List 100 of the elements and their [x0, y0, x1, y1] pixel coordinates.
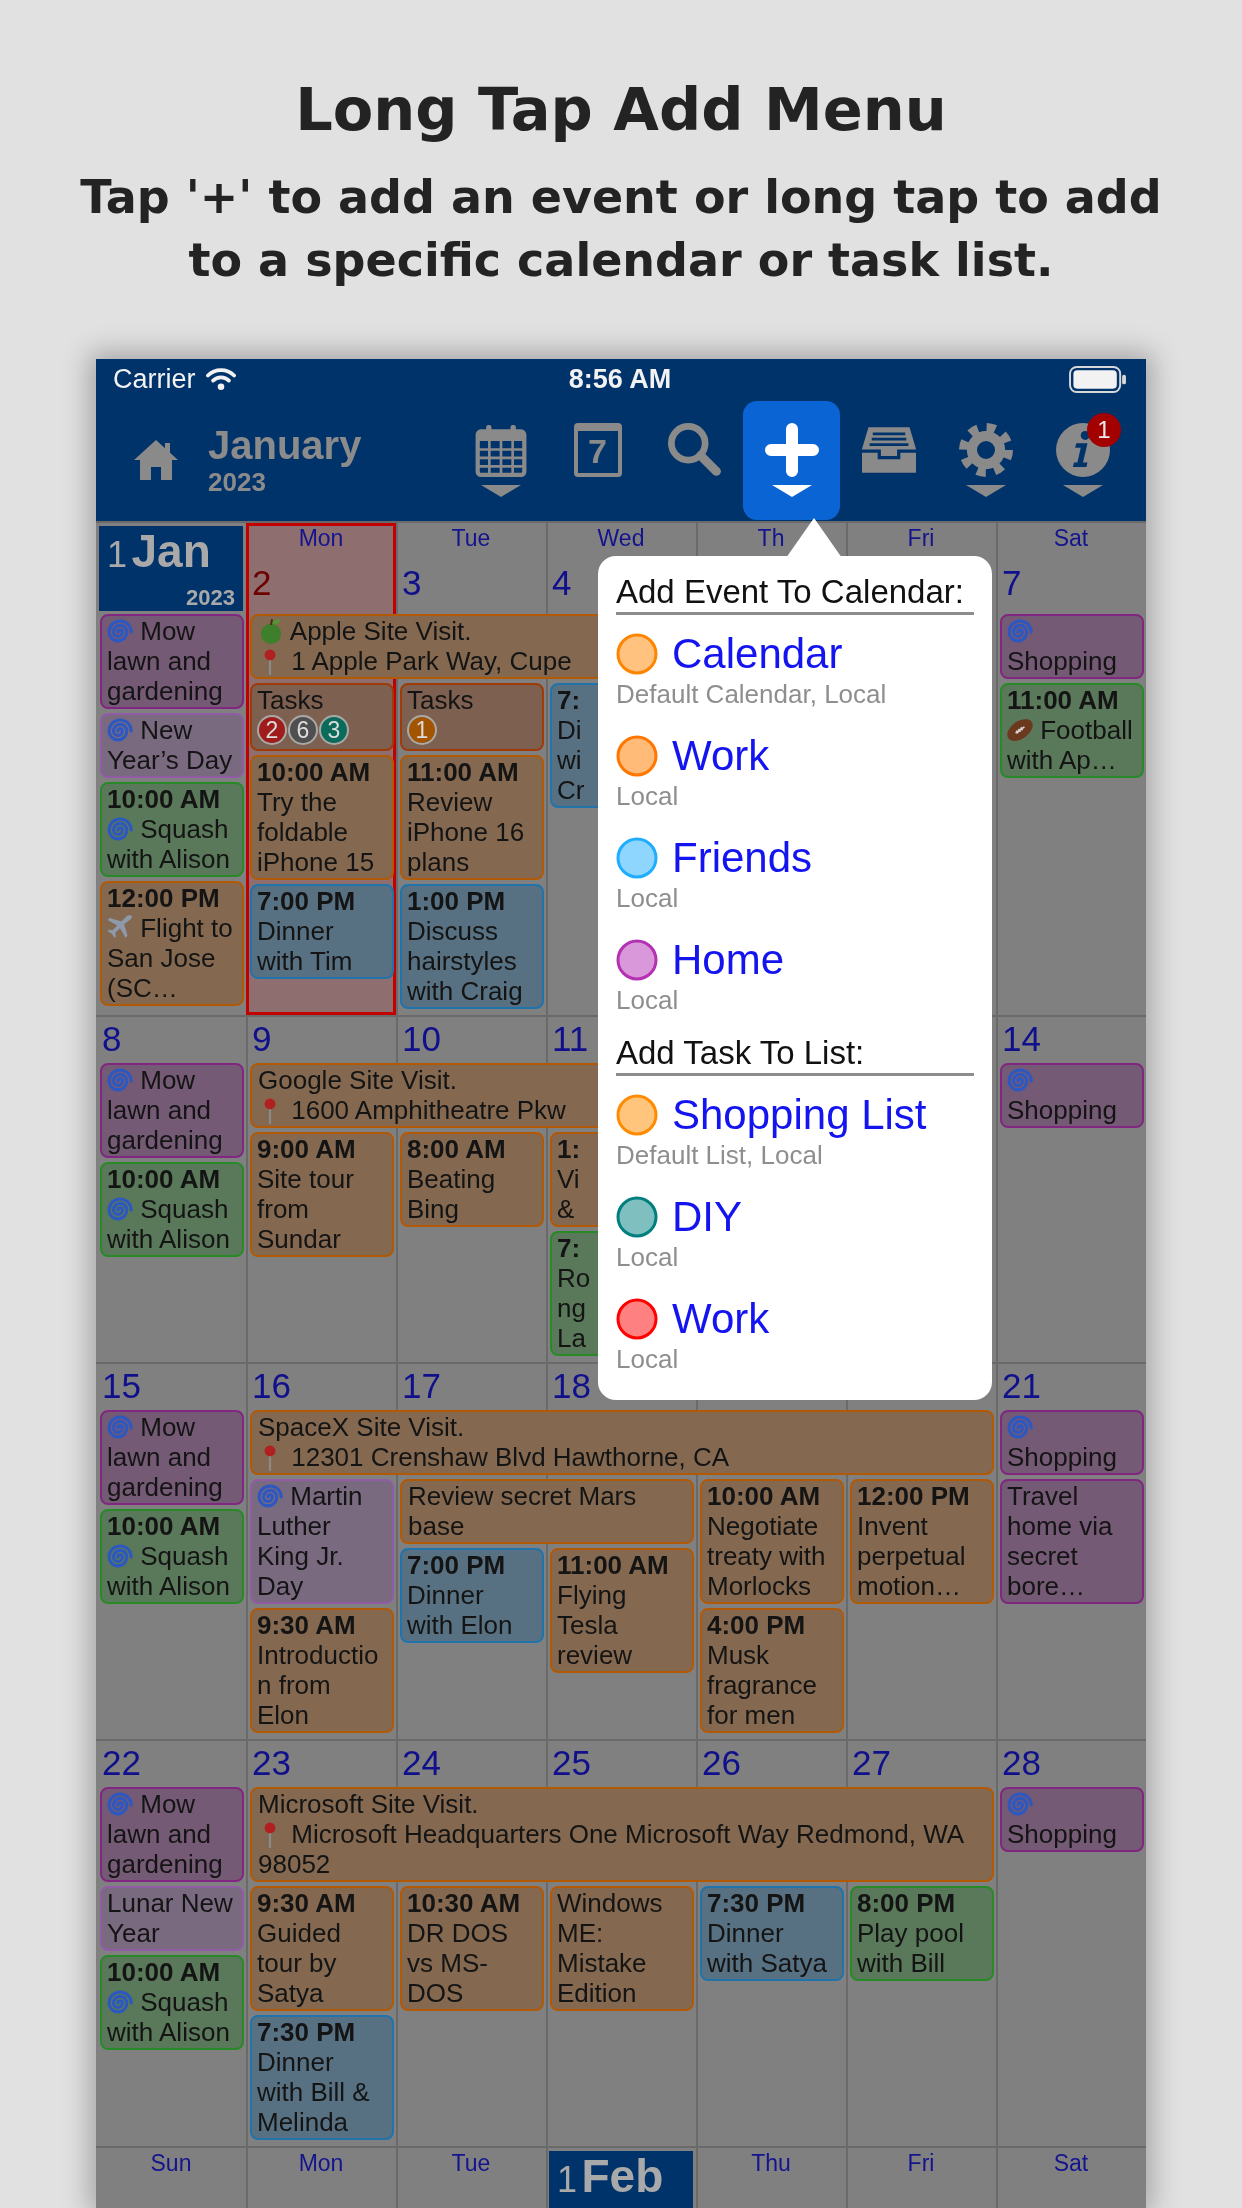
- event-card[interactable]: 10:30 AM DR DOS vs MS-DOS: [400, 1886, 544, 2011]
- list-option[interactable]: Work Local: [616, 1286, 974, 1388]
- task-count-badge: 3: [319, 715, 349, 745]
- date-number: 17: [402, 1365, 441, 1407]
- calendar-option[interactable]: Friends Local: [616, 825, 974, 927]
- event-card[interactable]: 10:00 AM Negotiate treaty with Morlocks: [700, 1479, 844, 1604]
- map-pin-icon: [264, 1822, 276, 1848]
- event-card[interactable]: Martin Luther King Jr. Day: [250, 1479, 394, 1604]
- event-card[interactable]: New Year’s Day: [100, 713, 244, 778]
- task-count-badge: 2: [257, 715, 287, 745]
- spiral-icon: [257, 1483, 283, 1509]
- list-option[interactable]: DIY Local: [616, 1184, 974, 1286]
- event-card[interactable]: 10:00 AM Squash with Alison: [100, 1509, 244, 1604]
- battery-icon: [1069, 365, 1127, 393]
- event-card[interactable]: 7:30 PM Dinner with Bill & Melinda: [250, 2015, 394, 2140]
- date-number: 7: [1002, 561, 1022, 604]
- page-subtitle: Tap '+' to add an event or long tap to add to a specific calendar or task list.: [79, 169, 1163, 289]
- event-card[interactable]: 7:00 PM Dinner with Elon: [400, 1548, 544, 1643]
- event-card[interactable]: 7:30 PM Dinner with Satya: [700, 1886, 844, 1981]
- event-card[interactable]: 8:00 PM Play pool with Bill: [850, 1886, 994, 1981]
- event-card[interactable]: 9:00 AM Site tour from Sundar: [250, 1132, 394, 1257]
- popover-heading: Add Event To Calendar:: [616, 572, 974, 615]
- event-card[interactable]: Mow lawn and gardening: [100, 1787, 244, 1882]
- event-card[interactable]: Shopping: [1000, 614, 1144, 679]
- event-banner[interactable]: Review secret Mars base: [400, 1479, 694, 1544]
- spiral-icon: [107, 1067, 133, 1093]
- add-button[interactable]: [743, 400, 840, 520]
- map-pin-icon: [264, 1098, 276, 1124]
- event-card[interactable]: Mow lawn and gardening: [100, 1063, 244, 1158]
- clock-time: 8:56 AM: [568, 363, 672, 395]
- weekday-label: Sun: [150, 2149, 192, 2178]
- event-card[interactable]: 11:00 AM Flying Tesla review: [550, 1548, 694, 1673]
- event-card[interactable]: 4:00 PM Musk fragrance for men: [700, 1608, 844, 1733]
- spiral-icon: [107, 1196, 133, 1222]
- notification-badge: 1: [1087, 412, 1121, 447]
- weekday-label: Mon: [298, 2149, 344, 2178]
- tasks-card[interactable]: Tasks 2 6 3: [250, 683, 394, 751]
- event-card[interactable]: 9:30 AM Guided tour by Satya: [250, 1886, 394, 2011]
- tasks-card[interactable]: Tasks 1: [400, 683, 544, 751]
- event-card[interactable]: 8:00 AM Beating Bing: [400, 1132, 544, 1227]
- day-number: 1: [107, 534, 128, 575]
- wifi-icon: [205, 368, 236, 390]
- spiral-icon: [107, 1791, 133, 1817]
- event-card[interactable]: 11:00 AM Review iPhone 16 plans: [400, 755, 544, 880]
- event-card[interactable]: 11:00 AM Football with Ap…: [1000, 683, 1144, 778]
- event-banner[interactable]: SpaceX Site Visit. 12301 Crenshaw Blvd Hawthorne, CA: [250, 1410, 994, 1475]
- spiral-icon: [1007, 1067, 1033, 1093]
- event-card[interactable]: Mow lawn and gardening: [100, 614, 244, 709]
- weekday-label: Tue: [451, 2149, 491, 2178]
- event-card[interactable]: Travel home via secret bore…: [1000, 1479, 1144, 1604]
- day-number: 1: [557, 2159, 578, 2200]
- spiral-icon: [107, 717, 133, 743]
- month-label: Feb: [581, 2150, 664, 2202]
- date-number: 16: [252, 1365, 291, 1407]
- event-card[interactable]: 10:00 AM Squash with Alison: [100, 782, 244, 877]
- date-number: 21: [1002, 1365, 1041, 1407]
- year-label: 2023: [208, 467, 267, 497]
- info-button[interactable]: 1: [1034, 400, 1131, 520]
- event-card[interactable]: 7:00 PM Dinner with Tim: [250, 884, 394, 979]
- date-number: 10: [402, 1018, 441, 1060]
- map-pin-icon: [264, 1445, 276, 1471]
- event-card[interactable]: 1:00 PM Discuss hairstyles with Craig: [400, 884, 544, 1009]
- calendar-option[interactable]: Home Local: [616, 927, 974, 1029]
- date-number: 28: [1002, 1742, 1041, 1784]
- month-title[interactable]: January: [208, 423, 362, 467]
- event-card[interactable]: 12:00 PM Invent perpetual motion…: [850, 1479, 994, 1604]
- spiral-icon: [1007, 1791, 1033, 1817]
- date-number: 25: [552, 1742, 591, 1784]
- event-card[interactable]: 10:00 AM Try the foldable iPhone 15: [250, 755, 394, 880]
- date-number: 11: [552, 1018, 589, 1060]
- date-number: 15: [102, 1365, 141, 1407]
- weekday-label: Mon: [298, 524, 344, 553]
- date-number: 4: [552, 561, 572, 604]
- event-card[interactable]: Shopping: [1000, 1787, 1144, 1852]
- event-card[interactable]: 9:30 AM Introduction from Elon: [250, 1608, 394, 1733]
- calendar-grid-icon: [473, 422, 528, 477]
- spiral-icon: [107, 618, 133, 644]
- date-number: 23: [252, 1742, 291, 1784]
- event-card[interactable]: 10:00 AM Squash with Alison: [100, 1955, 244, 2050]
- home-icon: [132, 438, 180, 482]
- apple-icon: [258, 618, 284, 644]
- event-card[interactable]: Lunar New Year: [100, 1886, 244, 1951]
- day-view-button[interactable]: 7: [549, 400, 646, 520]
- event-card[interactable]: 12:00 PM Flight to San Jose (SC…: [100, 881, 244, 1006]
- plus-icon: [764, 422, 819, 477]
- event-banner[interactable]: Microsoft Site Visit. Microsoft Headquarters One Microsoft Way Redmond, WA 98052: [250, 1787, 994, 1882]
- weekday-label: Sat: [1053, 524, 1089, 553]
- event-card[interactable]: Shopping: [1000, 1063, 1144, 1128]
- gear-icon: [958, 422, 1013, 477]
- date-number: 27: [852, 1742, 891, 1784]
- event-card[interactable]: Windows ME: Mistake Edition: [550, 1886, 694, 2011]
- calendar-option[interactable]: Work Local: [616, 723, 974, 825]
- event-card[interactable]: 10:00 AM Squash with Alison: [100, 1162, 244, 1257]
- task-count-badge: 1: [407, 715, 437, 745]
- date-number: 18: [552, 1365, 591, 1407]
- weekday-label: Sat: [1053, 2149, 1089, 2178]
- spiral-icon: [1007, 1414, 1033, 1440]
- event-card[interactable]: Mow lawn and gardening: [100, 1410, 244, 1505]
- event-card[interactable]: Shopping: [1000, 1410, 1144, 1475]
- weekday-label: Wed: [597, 524, 645, 553]
